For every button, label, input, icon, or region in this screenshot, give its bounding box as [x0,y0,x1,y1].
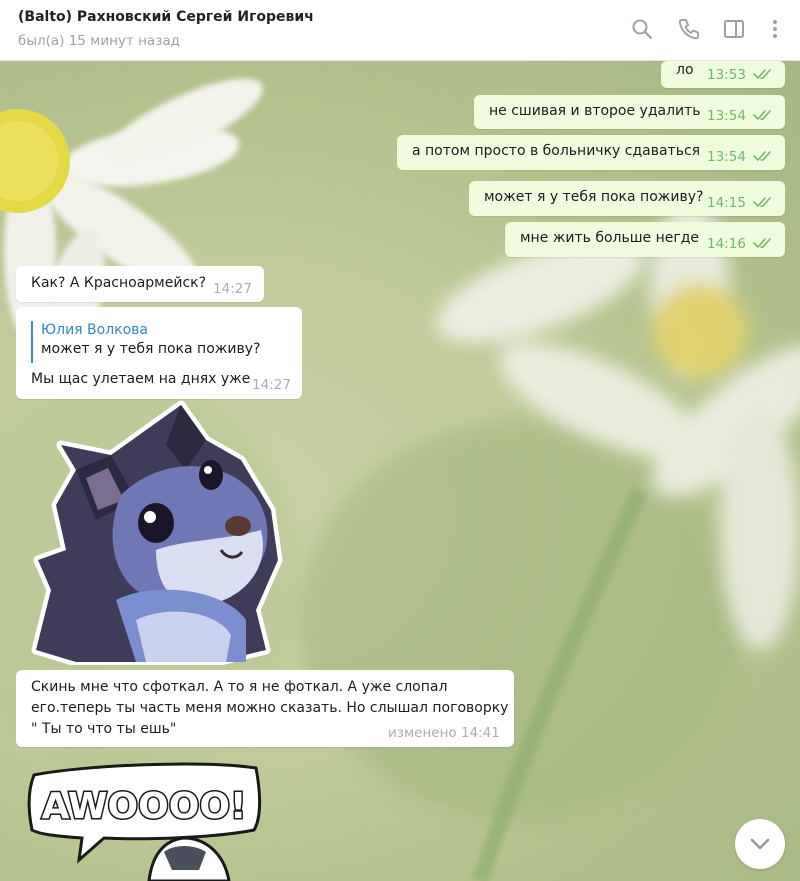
chat-title[interactable]: (Balto) Рахновский Сергей Игоревич [18,9,314,25]
message-outgoing[interactable]: мне жить больше негде 14:16 [505,222,785,257]
double-check-icon [753,69,771,79]
awoo-sticker[interactable]: AWOOOO! [24,760,264,881]
chevron-down-icon [750,838,770,850]
message-outgoing[interactable]: ло 13:53 [661,61,785,88]
message-text-line: Скинь мне что сфоткал. А то я не фоткал.… [31,679,448,695]
more-icon[interactable] [762,16,788,42]
double-check-icon [753,151,771,161]
message-time: 13:54 [707,108,746,124]
sidebar-icon[interactable] [721,16,747,42]
message-text: мне жить больше негде [520,230,700,246]
search-icon[interactable] [629,16,655,42]
message-text: а потом просто в больничку сдаваться [412,143,701,159]
last-seen-status: был(а) 15 минут назад [18,33,180,49]
message-text-line: его.теперь ты часть меня можно сказать. … [31,700,509,716]
message-text: Мы щас улетаем на днях уже [31,371,251,387]
message-time: 14:27 [213,281,252,297]
reply-quote[interactable]: Юлия Волкова может я у тебя пока поживу? [31,321,286,363]
message-outgoing[interactable]: не сшивая и второе удалить 13:54 [474,95,785,129]
message-incoming[interactable]: Скинь мне что сфоткал. А то я не фоткал.… [16,670,514,747]
message-text-line: " Ты то что ты ешь" [31,721,177,737]
reply-author: Юлия Волкова [41,322,149,338]
double-check-icon [753,110,771,120]
message-time-edited: изменено 14:41 [388,725,500,741]
message-time: 14:16 [707,236,746,252]
awoo-text: AWOOOO! [42,786,247,827]
message-outgoing[interactable]: а потом просто в больничку сдаваться 13:… [397,135,785,170]
message-text: не сшивая и второе удалить [489,103,701,119]
reply-text: может я у тебя пока поживу? [41,341,261,357]
scroll-down-button[interactable] [735,819,785,869]
message-incoming[interactable]: Как? А Красноармейск? 14:27 [16,266,264,302]
double-check-icon [753,238,771,248]
message-time: 13:53 [707,67,746,83]
message-time: 14:15 [707,195,746,211]
double-check-icon [753,197,771,207]
message-time: 14:27 [252,377,291,393]
message-outgoing[interactable]: может я у тебя пока поживу? 14:15 [469,181,785,216]
chat-header: (Balto) Рахновский Сергей Игоревич был(а… [0,0,800,61]
message-text: может я у тебя пока поживу? [484,189,704,205]
message-text: ло [676,62,694,78]
message-text: Как? А Красноармейск? [31,275,207,291]
wolf-sticker[interactable] [16,400,286,665]
message-time: 13:54 [707,149,746,165]
phone-icon[interactable] [676,16,702,42]
message-incoming-reply[interactable]: Юлия Волкова может я у тебя пока поживу?… [16,307,302,399]
